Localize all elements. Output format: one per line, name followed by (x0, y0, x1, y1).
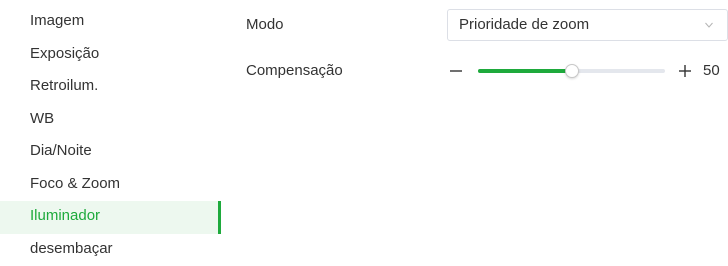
mode-select-value: Prioridade de zoom (459, 10, 589, 40)
slider-thumb[interactable] (565, 64, 579, 78)
mode-select[interactable]: Prioridade de zoom (447, 9, 728, 41)
sidebar-item-foco-zoom[interactable]: Foco & Zoom (0, 169, 221, 202)
sidebar-item-dia-noite[interactable]: Dia/Noite (0, 136, 221, 169)
slider-fill (478, 69, 572, 73)
settings-sidebar: Imagem Exposição Retroilum. WB Dia/Noite… (0, 6, 221, 266)
sidebar-item-imagem[interactable]: Imagem (0, 6, 221, 39)
plus-icon[interactable] (678, 62, 692, 80)
sidebar-item-wb[interactable]: WB (0, 104, 221, 137)
sidebar-item-exposicao[interactable]: Exposição (0, 39, 221, 72)
sidebar-item-iluminador[interactable]: Iluminador (0, 201, 221, 234)
compensation-value: 50 (703, 59, 720, 83)
sidebar-item-desembacar[interactable]: desembaçar (0, 234, 221, 266)
chevron-down-icon (705, 21, 713, 29)
slider-track[interactable] (478, 69, 665, 73)
minus-icon[interactable] (449, 62, 463, 80)
compensation-label: Compensação (246, 62, 343, 79)
compensation-slider: 50 (447, 59, 728, 83)
mode-label: Modo (246, 16, 284, 33)
sidebar-item-retroilum[interactable]: Retroilum. (0, 71, 221, 104)
